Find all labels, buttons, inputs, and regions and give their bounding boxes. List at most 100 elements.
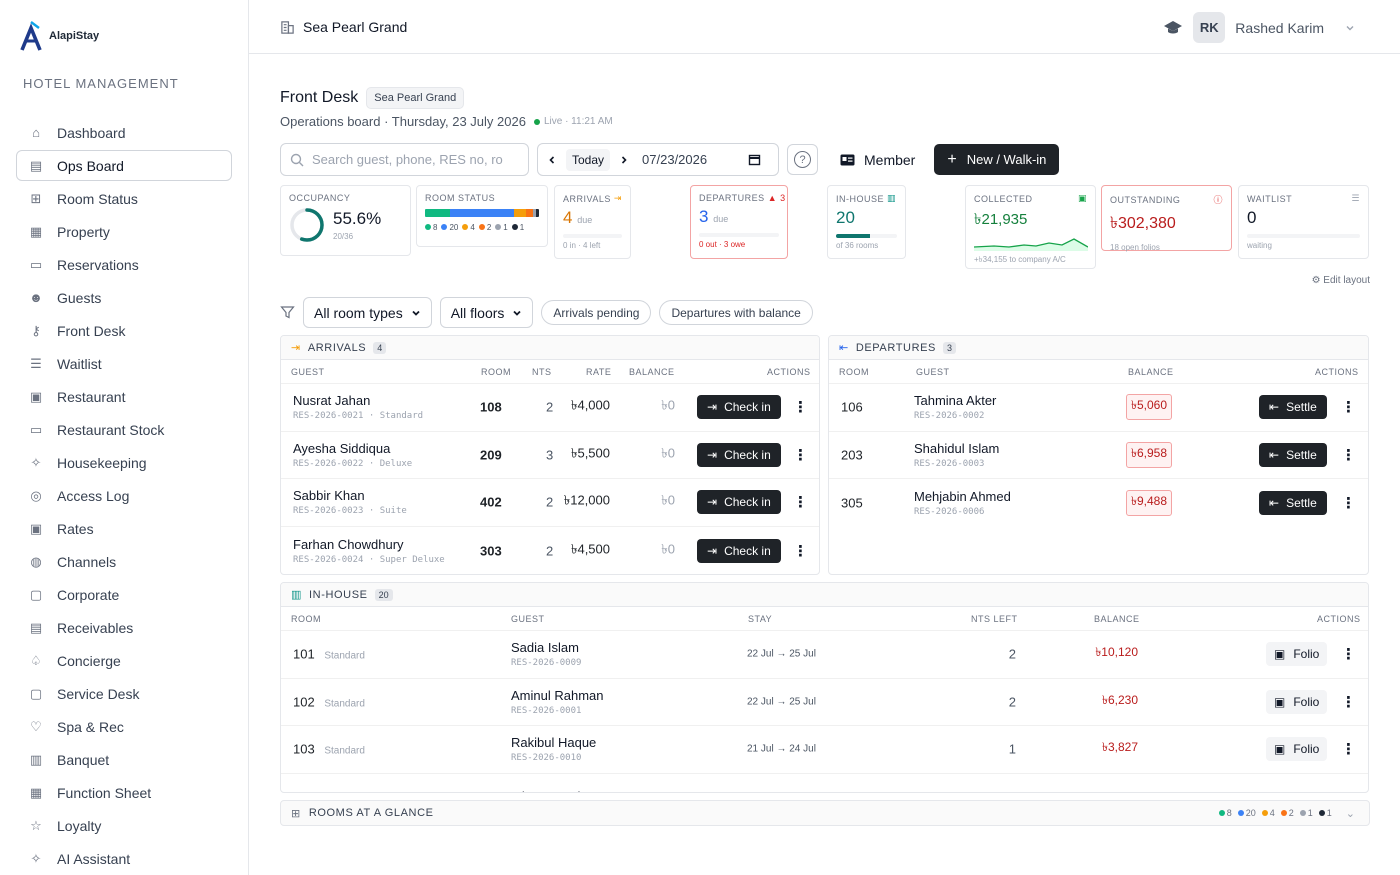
in-house-row[interactable]: 103 Standard Rakibul Haque RES-2026-0010 21…: [281, 726, 1368, 774]
floor-select[interactable]: All floors: [439, 297, 534, 328]
more-actions-icon[interactable]: ⋮: [1341, 693, 1356, 711]
help-button[interactable]: ?: [787, 144, 818, 175]
guest-name[interactable]: Sadia Islam: [511, 640, 581, 655]
chevron-right-icon[interactable]: [618, 154, 630, 166]
guest-name[interactable]: Rakibul Haque: [511, 735, 596, 750]
guest-name[interactable]: Nusrat Jahan: [293, 393, 423, 408]
sidebar-item-restaurant[interactable]: ▣ Restaurant: [16, 381, 232, 412]
occupancy-card[interactable]: OCCUPANCY 55.6% 20/36: [280, 185, 411, 256]
more-actions-icon[interactable]: ⋮: [1341, 446, 1356, 464]
collected-card[interactable]: COLLECTED ▣ ৳21,935 +৳34,155 to company A…: [965, 185, 1096, 269]
settle-button[interactable]: ⇤ Settle: [1259, 395, 1327, 420]
sidebar-item-corporate[interactable]: ▢ Corporate: [16, 579, 232, 610]
more-actions-icon[interactable]: ⋮: [793, 542, 808, 560]
sidebar-item-dashboard[interactable]: ⌂ Dashboard: [16, 117, 232, 148]
sidebar-item-guests[interactable]: ☻ Guests: [16, 282, 232, 313]
departure-row[interactable]: 106 Tahmina Akter RES-2026-0002 ৳5,060 ⇤ Sett…: [829, 384, 1368, 432]
arrival-row[interactable]: Sabbir Khan RES-2026-0023 · Suite 402 2 ৳12,…: [281, 479, 819, 527]
settle-button[interactable]: ⇤ Settle: [1259, 490, 1327, 515]
sidebar-item-access-log[interactable]: ◎ Access Log: [16, 480, 232, 511]
date-input[interactable]: 07/23/2026: [642, 152, 740, 167]
guest-name[interactable]: Mizanur Rahman: [511, 789, 610, 792]
chevron-down-icon[interactable]: ⌄: [1346, 807, 1355, 820]
sidebar-item-channels[interactable]: ◍ Channels: [16, 546, 232, 577]
room-type-select[interactable]: All room types: [303, 297, 432, 328]
sidebar-item-service-desk[interactable]: ▢ Service Desk: [16, 678, 232, 709]
edit-layout-link[interactable]: ⚙ Edit layout: [1312, 275, 1370, 286]
sidebar-item-rates[interactable]: ▣ Rates: [16, 513, 232, 544]
guest-name[interactable]: Aminul Rahman: [511, 688, 604, 703]
waitlist-card[interactable]: WAITLIST ☰ 0 waiting: [1238, 185, 1369, 259]
folio-button[interactable]: ▣ Folio: [1266, 737, 1328, 762]
check-in-button[interactable]: ⇥ Check in: [697, 538, 781, 563]
departures-title: DEPARTURES: [855, 341, 936, 354]
more-actions-icon[interactable]: ⋮: [1341, 645, 1356, 663]
departures-kpi-value: 3: [699, 207, 709, 226]
user-name[interactable]: Rashed Karim: [1235, 20, 1324, 36]
departure-row[interactable]: 305 Mehjabin Ahmed RES-2026-0006 ৳9,488 ⇤ Set…: [829, 479, 1368, 527]
sidebar-item-reservations[interactable]: ▭ Reservations: [16, 249, 232, 280]
outstanding-card[interactable]: OUTSTANDING ⓘ ৳302,380 18 open folios: [1101, 185, 1232, 252]
departures-balance-filter[interactable]: Departures with balance: [659, 300, 813, 325]
calendar-icon[interactable]: [748, 153, 761, 166]
sidebar-item-concierge[interactable]: ♤ Concierge: [16, 645, 232, 676]
arrivals-card[interactable]: ARRIVALS ⇥ 4 due 0 in · 4 left: [554, 185, 631, 259]
in-house-row[interactable]: 102 Standard Aminul Rahman RES-2026-0001 22…: [281, 679, 1368, 727]
today-button[interactable]: Today: [566, 148, 611, 171]
graduation-cap-icon[interactable]: [1163, 18, 1183, 38]
guest-name[interactable]: Shahidul Islam: [914, 441, 999, 456]
departure-row[interactable]: 203 Shahidul Islam RES-2026-0003 ৳6,958 ⇤ Set…: [829, 432, 1368, 480]
rooms-at-a-glance-bar[interactable]: ⊞ ROOMS AT A GLANCE 8 20 4 2 1 1 ⌄: [280, 800, 1370, 826]
chevron-left-icon[interactable]: [546, 154, 558, 166]
check-in-button[interactable]: ⇥ Check in: [697, 490, 781, 515]
room-status-card[interactable]: ROOM STATUS 8 20 4 2 1 1: [416, 185, 548, 247]
settle-label: Settle: [1286, 447, 1317, 462]
folio-button[interactable]: ▣ Folio: [1266, 689, 1328, 714]
check-in-button[interactable]: ⇥ Check in: [697, 395, 781, 420]
arrival-row[interactable]: Farhan Chowdhury RES-2026-0024 · Super De…: [281, 527, 819, 574]
more-actions-icon[interactable]: ⋮: [793, 398, 808, 416]
more-actions-icon[interactable]: ⋮: [793, 493, 808, 511]
in-house-row[interactable]: 101 Standard Sadia Islam RES-2026-0009 22 J…: [281, 631, 1368, 679]
sidebar-item-waitlist[interactable]: ☰ Waitlist: [16, 348, 232, 379]
brand-logo[interactable]: AlapiStay: [19, 20, 99, 52]
sidebar-item-receivables[interactable]: ▤ Receivables: [16, 612, 232, 643]
new-walk-in-button[interactable]: + New / Walk-in: [934, 144, 1060, 175]
sidebar-item-ops-board[interactable]: ▤ Ops Board: [16, 150, 232, 181]
search-input[interactable]: Search guest, phone, RES no, ro: [280, 143, 529, 176]
sidebar-item-restaurant-stock[interactable]: ▭ Restaurant Stock: [16, 414, 232, 445]
sidebar-item-property[interactable]: ▦ Property: [16, 216, 232, 247]
more-actions-icon[interactable]: ⋮: [1341, 740, 1356, 758]
chevron-down-icon[interactable]: [1344, 22, 1356, 34]
avatar[interactable]: RK: [1193, 12, 1226, 43]
sidebar-item-loyalty[interactable]: ☆ Loyalty: [16, 810, 232, 841]
sidebar-item-housekeeping[interactable]: ✧ Housekeeping: [16, 447, 232, 478]
settle-button[interactable]: ⇤ Settle: [1259, 442, 1327, 467]
in-house-card[interactable]: IN-HOUSE ▥ 20 of 36 rooms: [827, 185, 906, 259]
arrival-row[interactable]: Ayesha Siddiqua RES-2026-0022 · Deluxe 209…: [281, 432, 819, 480]
sidebar-item-room-status[interactable]: ⊞ Room Status: [16, 183, 232, 214]
guest-name[interactable]: Ayesha Siddiqua: [293, 441, 412, 456]
in-house-row[interactable]: Mizanur Rahman: [281, 774, 1368, 792]
arrival-row[interactable]: Nusrat Jahan RES-2026-0021 · Standard 108 2…: [281, 384, 819, 432]
filter-icon[interactable]: [280, 305, 295, 320]
more-actions-icon[interactable]: ⋮: [1341, 398, 1356, 416]
more-actions-icon[interactable]: ⋮: [793, 446, 808, 464]
sidebar-item-ai-assistant[interactable]: ✧ AI Assistant: [16, 843, 232, 874]
guest-name[interactable]: Mehjabin Ahmed: [914, 489, 1011, 504]
guest-name[interactable]: Tahmina Akter: [914, 393, 996, 408]
sidebar-item-banquet[interactable]: ▥ Banquet: [16, 744, 232, 775]
sidebar-item-front-desk[interactable]: ⚷ Front Desk: [16, 315, 232, 346]
check-in-button[interactable]: ⇥ Check in: [697, 442, 781, 467]
guest-name[interactable]: Farhan Chowdhury: [293, 537, 445, 552]
sidebar-item-function-sheet[interactable]: ▦ Function Sheet: [16, 777, 232, 808]
departures-card[interactable]: DEPARTURES ▲ 3 3 due 0 out · 3 owe: [690, 185, 788, 259]
sidebar-item-spa-rec[interactable]: ♡ Spa & Rec: [16, 711, 232, 742]
folio-button[interactable]: ▣ Folio: [1266, 642, 1328, 667]
property-selector[interactable]: Sea Pearl Grand: [280, 19, 407, 35]
more-actions-icon[interactable]: ⋮: [1341, 494, 1356, 512]
user-menu[interactable]: RK Rashed Karim: [1163, 12, 1356, 43]
arrivals-pending-filter[interactable]: Arrivals pending: [541, 300, 652, 325]
guest-name[interactable]: Sabbir Khan: [293, 488, 407, 503]
member-button[interactable]: Member: [840, 152, 915, 168]
